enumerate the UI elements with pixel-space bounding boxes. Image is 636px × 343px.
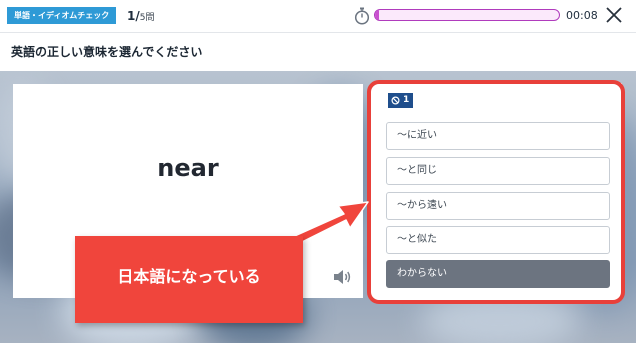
question-number: 1 <box>403 95 410 105</box>
dont-know-button[interactable]: わからない <box>386 260 610 288</box>
annotation-callout: 日本語になっている <box>75 236 303 323</box>
callout-text: 日本語になっている <box>117 267 261 286</box>
choice-option-3[interactable]: ～から遠い <box>386 192 610 220</box>
top-bar: 単語・イディオムチェック 1/5問 00:08 <box>0 0 636 33</box>
timer-bar <box>374 9 560 21</box>
speaker-icon[interactable] <box>332 268 352 286</box>
progress-current: 1/ <box>127 9 140 23</box>
instruction-bar: 英語の正しい意味を選んでください <box>0 33 636 71</box>
close-icon[interactable] <box>604 5 624 25</box>
stopwatch-icon <box>354 7 370 25</box>
instruction-text: 英語の正しい意味を選んでください <box>11 45 203 59</box>
timer-readout: 00:08 <box>566 9 598 22</box>
circle-slash-icon <box>391 96 400 105</box>
english-word: near <box>157 154 219 182</box>
question-progress: 1/5問 <box>127 8 154 26</box>
mode-tag: 単語・イディオムチェック <box>7 7 117 24</box>
choice-option-4[interactable]: ～と似た <box>386 226 610 254</box>
timer-bar-fill <box>375 10 379 20</box>
progress-total: 5問 <box>139 13 155 23</box>
choice-option-1[interactable]: ～に近い <box>386 122 610 150</box>
choice-option-2[interactable]: ～と同じ <box>386 157 610 185</box>
question-number-badge: 1 <box>388 93 414 108</box>
